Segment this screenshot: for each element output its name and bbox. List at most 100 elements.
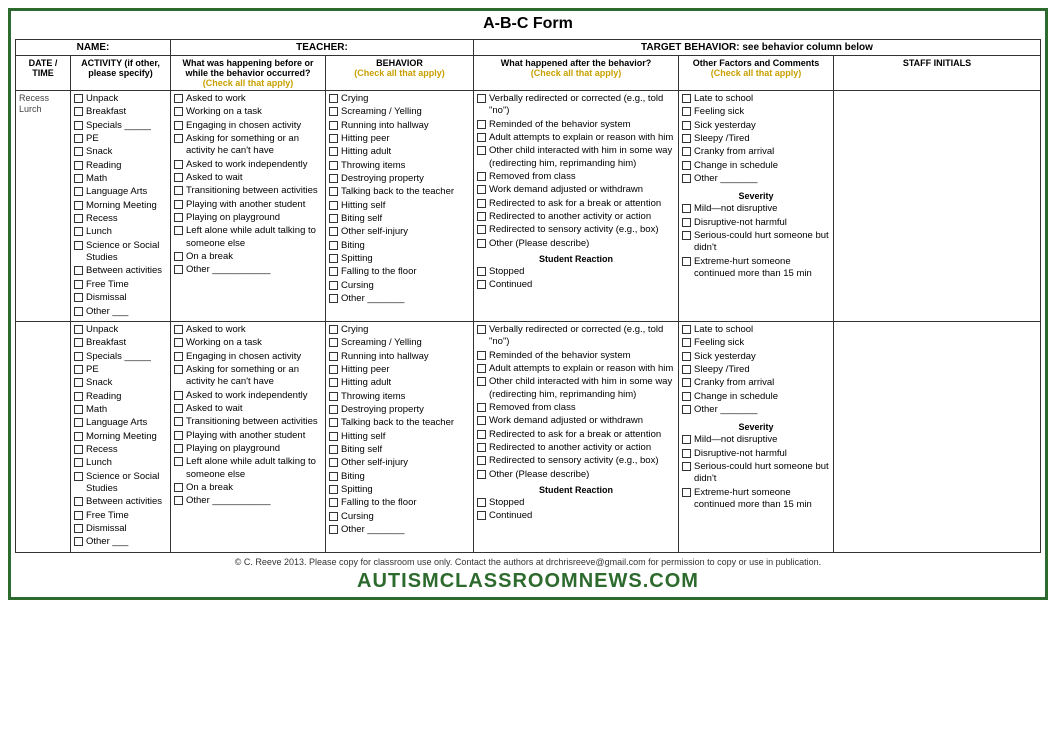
activity-list-1: Unpack Breakfast Specials _____ PE Snack… (74, 93, 167, 318)
other-item: Other _______ (682, 173, 830, 185)
after-item: Other child interacted with him in some … (477, 145, 675, 170)
behavior-item: Talking back to the teacher (329, 417, 470, 429)
page-title: A-B-C Form (15, 15, 1041, 33)
after-list-1: Verbally redirected or corrected (e.g., … (477, 93, 675, 250)
severity-item: Serious-could hurt someone but didn't (682, 230, 830, 255)
behavior-item: Other self-injury (329, 226, 470, 238)
other-item: Late to school (682, 93, 830, 105)
before-item: Transitioning between activities (174, 416, 322, 428)
behavior-item: Running into hallway (329, 351, 470, 363)
before-item: Asked to wait (174, 403, 322, 415)
before-item: Engaging in chosen activity (174, 120, 322, 132)
student-reaction-header-2: Student Reaction (477, 485, 675, 495)
before-item: Asked to work (174, 93, 322, 105)
after-header: What happened after the behavior? (Check… (474, 56, 679, 91)
reaction-item: Stopped (477, 266, 675, 278)
before-item: Asking for something or an activity he c… (174, 364, 322, 389)
other-factors-cell-2: Late to school Feeling sick Sick yesterd… (679, 321, 834, 552)
behavior-item: Hitting peer (329, 133, 470, 145)
other-item: Other _______ (682, 404, 830, 416)
behavior-item: Hitting adult (329, 146, 470, 158)
after-item: Redirected to sensory activity (e.g., bo… (477, 455, 675, 467)
before-item: Asked to wait (174, 172, 322, 184)
after-item: Adult attempts to explain or reason with… (477, 132, 675, 144)
other-item: Feeling sick (682, 106, 830, 118)
activity-list-2: Unpack Breakfast Specials _____ PE Snack… (74, 324, 167, 549)
before-item: Asking for something or an activity he c… (174, 133, 322, 158)
activity-cell-2: Unpack Breakfast Specials _____ PE Snack… (71, 321, 171, 552)
behavior-item: Other _______ (329, 524, 470, 536)
after-item: Verbally redirected or corrected (e.g., … (477, 93, 675, 118)
other-item: Sleepy /Tired (682, 364, 830, 376)
data-row-2: Unpack Breakfast Specials _____ PE Snack… (16, 321, 1041, 552)
severity-item: Mild—not disruptive (682, 434, 830, 446)
behavior-item: Cursing (329, 280, 470, 292)
after-cell-1: Verbally redirected or corrected (e.g., … (474, 91, 679, 322)
before-item: Asked to work (174, 324, 322, 336)
behavior-item: Screaming / Yelling (329, 337, 470, 349)
behavior-item: Running into hallway (329, 120, 470, 132)
behavior-item: Screaming / Yelling (329, 106, 470, 118)
severity-section-2: Severity Mild—not disruptive Disruptive-… (682, 422, 830, 511)
activity-item: Other ___ (74, 536, 167, 548)
after-item: Redirected to another activity or action (477, 442, 675, 454)
reaction-item: Continued (477, 510, 675, 522)
behavior-list-2: Crying Screaming / Yelling Running into … (329, 324, 470, 537)
after-sublabel: (Check all that apply) (531, 68, 622, 78)
date-cell-1: Recess Lurch (16, 91, 71, 322)
header-row-2: DATE / TIME ACTIVITY (if other, please s… (16, 56, 1041, 91)
severity-item: Disruptive-not harmful (682, 217, 830, 229)
target-header: TARGET BEHAVIOR: see behavior column bel… (474, 40, 1041, 56)
before-item: Left alone while adult talking to someon… (174, 225, 322, 250)
student-reaction-list-2: Stopped Continued (477, 497, 675, 523)
activity-item: PE (74, 364, 167, 376)
other-factors-header: Other Factors and Comments (Check all th… (679, 56, 834, 91)
activity-item: Between activities (74, 496, 167, 508)
severity-section-1: Severity Mild—not disruptive Disruptive-… (682, 191, 830, 280)
staff-cell-2 (834, 321, 1041, 552)
student-reaction-header-1: Student Reaction (477, 254, 675, 264)
behavior-list-1: Crying Screaming / Yelling Running into … (329, 93, 470, 306)
activity-item: Recess (74, 444, 167, 456)
before-item: On a break (174, 251, 322, 263)
behavior-item: Destroying property (329, 404, 470, 416)
before-header: What was happening before or while the b… (171, 56, 326, 91)
behavior-item: Biting self (329, 213, 470, 225)
activity-item: Dismissal (74, 523, 167, 535)
staff-cell-1 (834, 91, 1041, 322)
behavior-item: Crying (329, 93, 470, 105)
severity-item: Serious-could hurt someone but didn't (682, 461, 830, 486)
activity-item: Reading (74, 160, 167, 172)
other-item: Late to school (682, 324, 830, 336)
other-factors-sublabel: (Check all that apply) (711, 68, 802, 78)
before-sublabel: (Check all that apply) (203, 78, 294, 88)
activity-item: PE (74, 133, 167, 145)
activity-item: Morning Meeting (74, 431, 167, 443)
activity-item: Lunch (74, 457, 167, 469)
other-item: Sick yesterday (682, 120, 830, 132)
behavior-cell-2: Crying Screaming / Yelling Running into … (326, 321, 474, 552)
after-item: Other (Please describe) (477, 469, 675, 481)
behavior-header: BEHAVIOR (Check all that apply) (326, 56, 474, 91)
severity-header-1: Severity (682, 191, 830, 201)
severity-item: Extreme-hurt someone continued more than… (682, 256, 830, 281)
activity-cell-1: Unpack Breakfast Specials _____ PE Snack… (71, 91, 171, 322)
after-item: Reminded of the behavior system (477, 350, 675, 362)
activity-item: Lunch (74, 226, 167, 238)
before-item: Working on a task (174, 337, 322, 349)
behavior-item: Other _______ (329, 293, 470, 305)
activity-item: Language Arts (74, 186, 167, 198)
behavior-item: Hitting self (329, 431, 470, 443)
other-item: Sick yesterday (682, 351, 830, 363)
before-item: Playing on playground (174, 443, 322, 455)
outer-wrapper: A-B-C Form NAME: TEACHER: TARGET BEHAVIO… (8, 8, 1048, 600)
student-reaction-list-1: Stopped Continued (477, 266, 675, 292)
other-factors-list-1: Late to school Feeling sick Sick yesterd… (682, 93, 830, 185)
before-item: Other ___________ (174, 495, 322, 507)
staff-header: STAFF INITIALS (834, 56, 1041, 91)
before-item: Playing on playground (174, 212, 322, 224)
after-item: Adult attempts to explain or reason with… (477, 363, 675, 375)
footer-copyright: © C. Reeve 2013. Please copy for classro… (15, 557, 1041, 567)
other-item: Cranky from arrival (682, 377, 830, 389)
other-item: Change in schedule (682, 391, 830, 403)
